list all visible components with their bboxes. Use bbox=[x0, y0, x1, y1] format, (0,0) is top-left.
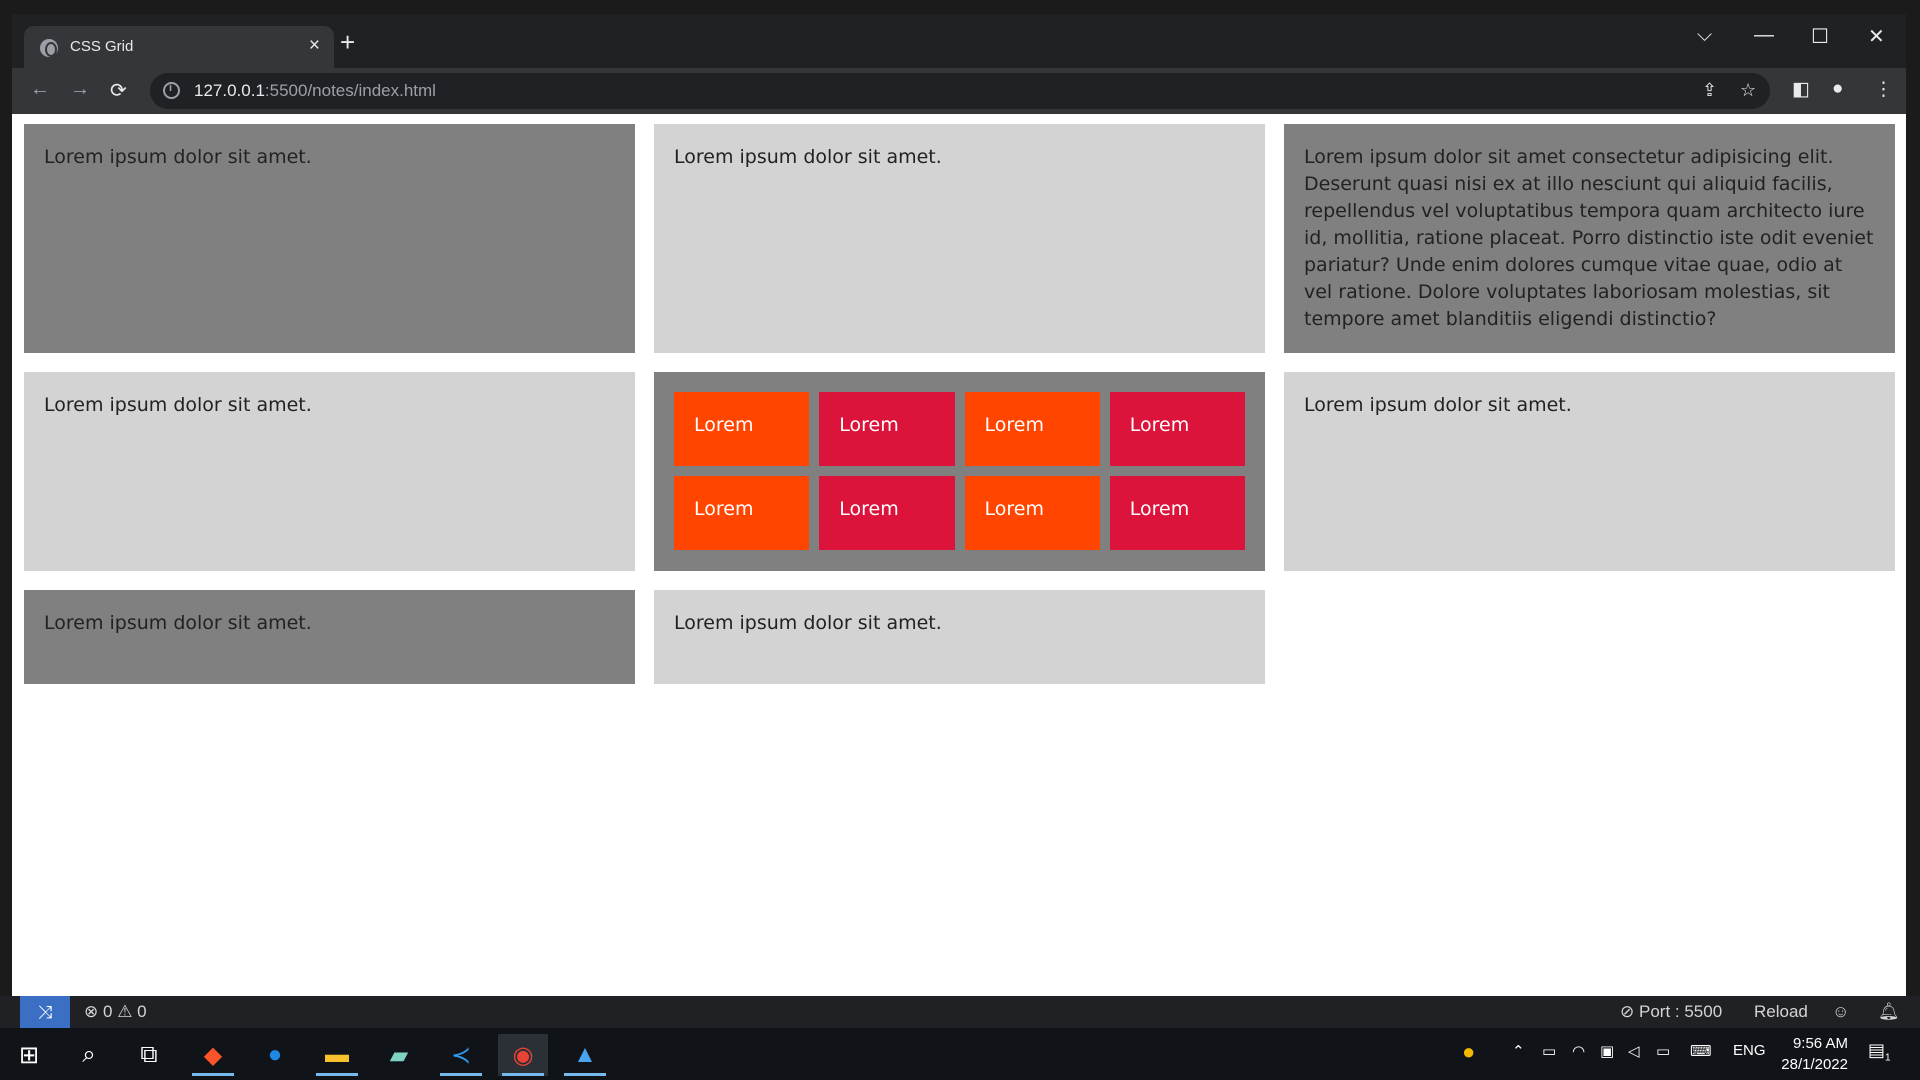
vscode-icon[interactable]: ≺ bbox=[436, 1034, 486, 1076]
nested-item: Lorem bbox=[1109, 392, 1245, 466]
feedback-icon[interactable]: ☺ bbox=[1832, 1002, 1849, 1022]
grid-cell-7: Lorem ipsum dolor sit amet. bbox=[24, 590, 635, 684]
remote-indicator-icon[interactable]: ⤨ bbox=[20, 996, 70, 1028]
minimize-button[interactable]: — bbox=[1754, 24, 1774, 47]
grid-cell-nested: Lorem Lorem Lorem Lorem Lorem Lorem Lore… bbox=[654, 372, 1265, 571]
nested-item: Lorem bbox=[964, 392, 1100, 466]
new-tab-button[interactable]: + bbox=[340, 28, 355, 56]
close-window-button[interactable]: ✕ bbox=[1868, 24, 1885, 49]
back-button[interactable]: ← bbox=[30, 78, 50, 101]
clock-time: 9:56 AM bbox=[1792, 1035, 1848, 1052]
url-path: :5500/notes/index.html bbox=[264, 81, 436, 100]
grid-cell-6: Lorem ipsum dolor sit amet. bbox=[1284, 372, 1895, 571]
language-indicator[interactable]: ENG bbox=[1733, 1042, 1766, 1059]
file-explorer-icon[interactable]: ▬ bbox=[312, 1034, 362, 1076]
reload-button[interactable]: ⟳ bbox=[110, 78, 127, 103]
share-icon[interactable]: ⇪ bbox=[1702, 80, 1717, 101]
page-viewport: Lorem ipsum dolor sit amet. Lorem ipsum … bbox=[12, 114, 1906, 996]
grid-cell-3: Lorem ipsum dolor sit amet consectetur a… bbox=[1284, 124, 1895, 353]
tab-search-chevron-icon[interactable]: ⌵ bbox=[1697, 24, 1712, 47]
grid-cell-4: Lorem ipsum dolor sit amet. bbox=[24, 372, 635, 571]
url-host: 127.0.0.1 bbox=[194, 81, 265, 100]
site-info-icon[interactable] bbox=[163, 82, 180, 99]
keyboard-icon[interactable]: ⌨ bbox=[1690, 1042, 1712, 1060]
weather-icon[interactable]: ● bbox=[1462, 1039, 1475, 1065]
photos-icon[interactable]: ▲ bbox=[560, 1034, 610, 1076]
forward-button[interactable]: → bbox=[70, 78, 90, 101]
error-count: 0 bbox=[102, 1002, 113, 1021]
nested-grid: Lorem Lorem Lorem Lorem Lorem Lorem Lore… bbox=[674, 392, 1245, 550]
battery-icon[interactable]: ▭ bbox=[1656, 1042, 1670, 1060]
wifi-icon[interactable]: ◠ bbox=[1572, 1042, 1585, 1060]
url-text[interactable]: 127.0.0.1:5500/notes/index.html bbox=[194, 81, 436, 101]
tab-css-grid[interactable]: CSS Grid × bbox=[24, 26, 334, 68]
css-grid-container: Lorem ipsum dolor sit amet. Lorem ipsum … bbox=[24, 124, 1895, 684]
nested-item: Lorem bbox=[674, 476, 810, 550]
live-server-port[interactable]: ⊘ Port : 5500 bbox=[1620, 1002, 1722, 1022]
reload-status-button[interactable]: Reload bbox=[1754, 1002, 1808, 1022]
port-label: Port : 5500 bbox=[1638, 1002, 1723, 1021]
notification-count: 1 bbox=[1885, 1052, 1891, 1064]
nested-item: Lorem bbox=[674, 392, 810, 466]
bookmark-star-icon[interactable]: ☆ bbox=[1740, 80, 1756, 101]
firefox-icon[interactable]: ● bbox=[250, 1034, 300, 1076]
clock[interactable]: 9:56 AM 28/1/2022 bbox=[1781, 1033, 1848, 1075]
profile-icon[interactable]: ● bbox=[1832, 78, 1843, 100]
globe-icon bbox=[40, 39, 58, 57]
warning-count: 0 bbox=[137, 1002, 147, 1021]
side-panel-icon[interactable]: ◧ bbox=[1792, 78, 1810, 101]
windows-taskbar: ⊞ ⌕ ⧉ ◆ ● ▬ ▰ ≺ ◉ ▲ ● ⌃ ▭ ◠ ▣ ◁ ▭ ⌨ ENG … bbox=[0, 1028, 1920, 1080]
meet-now-icon[interactable]: ▭ bbox=[1542, 1042, 1556, 1060]
nested-item: Lorem bbox=[819, 392, 955, 466]
browser-toolbar: ← → ⟳ 127.0.0.1:5500/notes/index.html ⇪ … bbox=[12, 68, 1906, 114]
search-icon[interactable]: ⌕ bbox=[64, 1034, 114, 1076]
clock-date: 28/1/2022 bbox=[1781, 1056, 1848, 1073]
nested-item: Lorem bbox=[1109, 476, 1245, 550]
tab-strip: CSS Grid × + ⌵ — ☐ ✕ bbox=[12, 14, 1906, 70]
chrome-icon[interactable]: ◉ bbox=[498, 1034, 548, 1076]
address-bar[interactable]: 127.0.0.1:5500/notes/index.html ⇪ ☆ bbox=[150, 73, 1770, 109]
close-tab-icon[interactable]: × bbox=[309, 35, 320, 57]
grid-cell-8: Lorem ipsum dolor sit amet. bbox=[654, 590, 1265, 684]
grid-cell-1: Lorem ipsum dolor sit amet. bbox=[24, 124, 635, 353]
nested-item: Lorem bbox=[819, 476, 955, 550]
show-hidden-icons-chevron[interactable]: ⌃ bbox=[1512, 1042, 1525, 1060]
port-blocked-icon: ⊘ bbox=[1620, 1002, 1635, 1021]
grid-cell-2: Lorem ipsum dolor sit amet. bbox=[654, 124, 1265, 353]
menu-kebab-icon[interactable]: ⋮ bbox=[1874, 78, 1893, 101]
volume-icon[interactable]: ◁ bbox=[1628, 1042, 1640, 1060]
brave-browser-icon[interactable]: ◆ bbox=[188, 1034, 238, 1076]
problems-indicator[interactable]: ⊗ 0 ⚠ 0 bbox=[84, 1002, 147, 1022]
vscode-status-bar: ⤨ ⊗ 0 ⚠ 0 ⊘ Port : 5500 Reload ☺ 🔔︎ bbox=[0, 996, 1920, 1028]
tab-title: CSS Grid bbox=[70, 38, 134, 55]
browser-window: CSS Grid × + ⌵ — ☐ ✕ ← → ⟳ 127.0.0.1:550… bbox=[12, 14, 1906, 996]
warning-icon: ⚠ bbox=[117, 1002, 133, 1021]
bell-icon[interactable]: 🔔︎ bbox=[1878, 1002, 1900, 1022]
maximize-button[interactable]: ☐ bbox=[1811, 24, 1829, 49]
task-view-icon[interactable]: ⧉ bbox=[124, 1034, 174, 1076]
nested-item: Lorem bbox=[964, 476, 1100, 550]
notification-center-icon[interactable]: ▤1 bbox=[1868, 1040, 1891, 1064]
start-windows-icon[interactable]: ⊞ bbox=[4, 1034, 54, 1076]
error-icon: ⊗ bbox=[84, 1002, 99, 1021]
notes-app-icon[interactable]: ▰ bbox=[374, 1034, 424, 1076]
network-icon[interactable]: ▣ bbox=[1600, 1042, 1614, 1060]
